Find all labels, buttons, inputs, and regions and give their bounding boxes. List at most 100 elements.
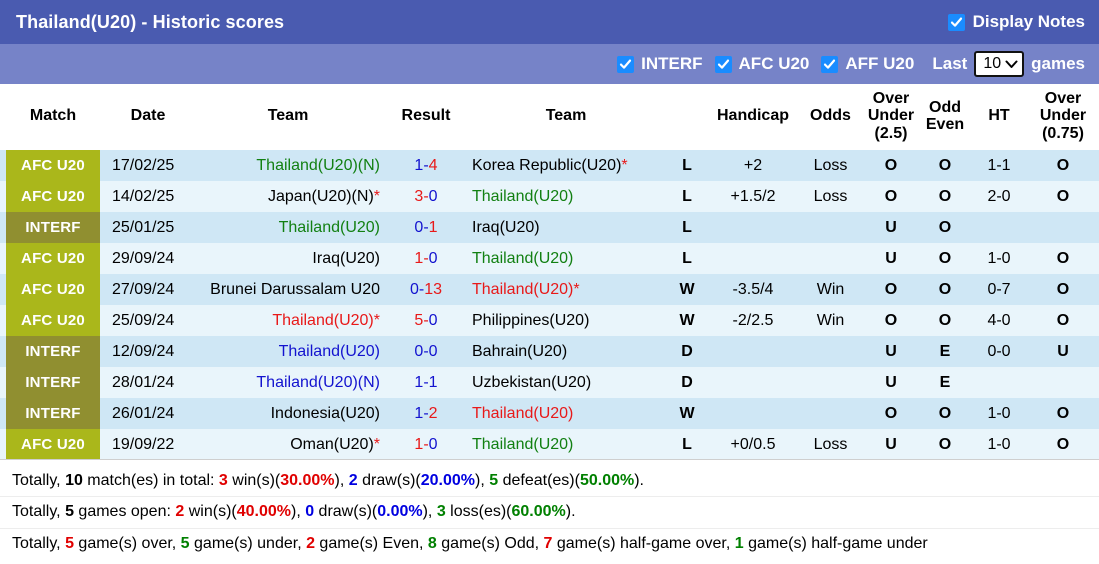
cell-away-team[interactable]: Thailand(U20)	[466, 242, 666, 274]
table-row[interactable]: AFC U20 14/02/25 Japan(U20)(N)* 3-0 Thailand…	[0, 180, 1099, 212]
cell-match[interactable]: AFC U20	[0, 180, 106, 212]
competition-badge[interactable]: AFC U20	[6, 180, 100, 212]
cell-away-team[interactable]: Philippines(U20)	[466, 304, 666, 336]
last-games-select[interactable]: 10	[974, 51, 1025, 77]
col-header-odds[interactable]: Odds	[798, 84, 863, 150]
cell-match[interactable]: AFC U20	[0, 273, 106, 305]
cell-odd-even: E	[919, 366, 971, 398]
col-header-date[interactable]: Date	[106, 84, 190, 150]
col-header-match[interactable]: Match	[0, 84, 106, 150]
col-header-team1[interactable]: Team	[190, 84, 386, 150]
competition-badge[interactable]: INTERF	[6, 335, 100, 367]
home-team-name: Thailand(U20)(N)	[256, 373, 380, 391]
cell-result[interactable]: 0-0	[386, 335, 466, 367]
cell-match[interactable]: INTERF	[0, 397, 106, 429]
cell-result[interactable]: 0-13	[386, 273, 466, 305]
cell-odds: Win	[798, 304, 863, 336]
s1-t2: win(s)(	[227, 471, 281, 489]
cell-over-under-25: O	[863, 273, 919, 305]
cell-match[interactable]: AFC U20	[0, 304, 106, 336]
cell-match[interactable]: INTERF	[0, 366, 106, 398]
competition-badge[interactable]: AFC U20	[6, 304, 100, 336]
col-header-result[interactable]: Result	[386, 84, 466, 150]
cell-home-team[interactable]: Thailand(U20)	[190, 335, 386, 367]
filter-interf[interactable]: INTERF	[617, 54, 703, 74]
col-header-handicap[interactable]: Handicap	[708, 84, 798, 150]
cell-handicap: +0/0.5	[708, 428, 798, 459]
cell-home-team[interactable]: Brunei Darussalam U20	[190, 273, 386, 305]
cell-result[interactable]: 1-4	[386, 149, 466, 181]
cell-result[interactable]: 3-0	[386, 180, 466, 212]
cell-away-team[interactable]: Uzbekistan(U20)	[466, 366, 666, 398]
cell-date: 25/09/24	[106, 304, 190, 336]
competition-badge[interactable]: AFC U20	[6, 149, 100, 181]
cell-result[interactable]: 5-0	[386, 304, 466, 336]
table-row[interactable]: AFC U20 29/09/24 Iraq(U20) 1-0 Thailand(U20)…	[0, 242, 1099, 274]
cell-home-team[interactable]: Indonesia(U20)	[190, 397, 386, 429]
competition-badge[interactable]: AFC U20	[6, 242, 100, 274]
cell-result[interactable]: 1-1	[386, 366, 466, 398]
table-row[interactable]: AFC U20 19/09/22 Oman(U20)* 1-0 Thailand(U20…	[0, 428, 1099, 459]
home-team-name: Iraq(U20)	[312, 249, 380, 267]
cell-away-team[interactable]: Thailand(U20)*	[466, 273, 666, 305]
col-header-over-under-075[interactable]: Over Under (0.75)	[1027, 84, 1099, 150]
interf-checkbox[interactable]	[617, 55, 635, 73]
competition-badge[interactable]: AFC U20	[6, 428, 100, 459]
cell-home-team[interactable]: Thailand(U20)*	[190, 304, 386, 336]
cell-match[interactable]: AFC U20	[0, 428, 106, 459]
cell-home-team[interactable]: Oman(U20)*	[190, 428, 386, 459]
s3-t3: game(s) Even,	[314, 535, 428, 553]
competition-badge[interactable]: INTERF	[6, 211, 100, 243]
table-row[interactable]: INTERF 25/01/25 Thailand(U20) 0-1 Iraq(U20) L…	[0, 211, 1099, 243]
col-header-odd-even[interactable]: Odd Even	[919, 84, 971, 150]
display-notes-group[interactable]: Display Notes	[947, 12, 1085, 32]
table-row[interactable]: INTERF 12/09/24 Thailand(U20) 0-0 Bahrain(U2…	[0, 335, 1099, 367]
filter-aff-u20[interactable]: AFF U20	[821, 54, 914, 74]
page-title: Thailand(U20) - Historic scores	[16, 11, 285, 32]
cell-home-team[interactable]: Thailand(U20)	[190, 211, 386, 243]
cell-away-team[interactable]: Korea Republic(U20)*	[466, 149, 666, 181]
afc-u20-checkbox[interactable]	[714, 55, 732, 73]
cell-match[interactable]: INTERF	[0, 335, 106, 367]
table-row[interactable]: INTERF 28/01/24 Thailand(U20)(N) 1-1 Uzbekis…	[0, 366, 1099, 398]
competition-badge[interactable]: INTERF	[6, 366, 100, 398]
table-row[interactable]: INTERF 26/01/24 Indonesia(U20) 1-2 Thailand(…	[0, 397, 1099, 429]
table-row[interactable]: AFC U20 27/09/24 Brunei Darussalam U20 0-13…	[0, 273, 1099, 305]
cell-over-under-075: O	[1027, 428, 1099, 459]
table-row[interactable]: AFC U20 25/09/24 Thailand(U20)* 5-0 Philippi…	[0, 304, 1099, 336]
col-header-over-under-25[interactable]: Over Under (2.5)	[863, 84, 919, 150]
cell-outcome: L	[666, 211, 708, 243]
cell-home-team[interactable]: Thailand(U20)(N)	[190, 149, 386, 181]
cell-home-team[interactable]: Japan(U20)(N)*	[190, 180, 386, 212]
s3-t1: game(s) over,	[73, 535, 181, 553]
last-label: Last	[932, 54, 968, 73]
s3-n-over: 5	[65, 535, 74, 553]
cell-result[interactable]: 1-2	[386, 397, 466, 429]
display-notes-label: Display Notes	[972, 12, 1085, 31]
aff-u20-checkbox[interactable]	[821, 55, 839, 73]
cell-result[interactable]: 1-0	[386, 242, 466, 274]
cell-away-team[interactable]: Thailand(U20)	[466, 397, 666, 429]
cell-result[interactable]: 1-0	[386, 428, 466, 459]
score-home: 0	[414, 342, 424, 360]
col-header-ht[interactable]: HT	[971, 84, 1027, 150]
cell-result[interactable]: 0-1	[386, 211, 466, 243]
historic-scores-panel: Thailand(U20) - Historic scores Display …	[0, 0, 1099, 564]
cell-away-team[interactable]: Thailand(U20)	[466, 180, 666, 212]
display-notes-checkbox[interactable]	[947, 13, 965, 31]
filter-afc-u20[interactable]: AFC U20	[714, 54, 809, 74]
cell-match[interactable]: AFC U20	[0, 149, 106, 181]
cell-match[interactable]: AFC U20	[0, 242, 106, 274]
table-row[interactable]: AFC U20 17/02/25 Thailand(U20)(N) 1-4 Korea …	[0, 149, 1099, 181]
col-header-team2[interactable]: Team	[466, 84, 666, 150]
cell-home-team[interactable]: Iraq(U20)	[190, 242, 386, 274]
competition-badge[interactable]: INTERF	[6, 397, 100, 429]
cell-away-team[interactable]: Bahrain(U20)	[466, 335, 666, 367]
cell-home-team[interactable]: Thailand(U20)(N)	[190, 366, 386, 398]
competition-badge[interactable]: AFC U20	[6, 273, 100, 305]
cell-away-team[interactable]: Thailand(U20)	[466, 428, 666, 459]
cell-half-time: 2-0	[971, 180, 1027, 212]
score-away: 0	[428, 435, 438, 453]
cell-away-team[interactable]: Iraq(U20)	[466, 211, 666, 243]
cell-match[interactable]: INTERF	[0, 211, 106, 243]
